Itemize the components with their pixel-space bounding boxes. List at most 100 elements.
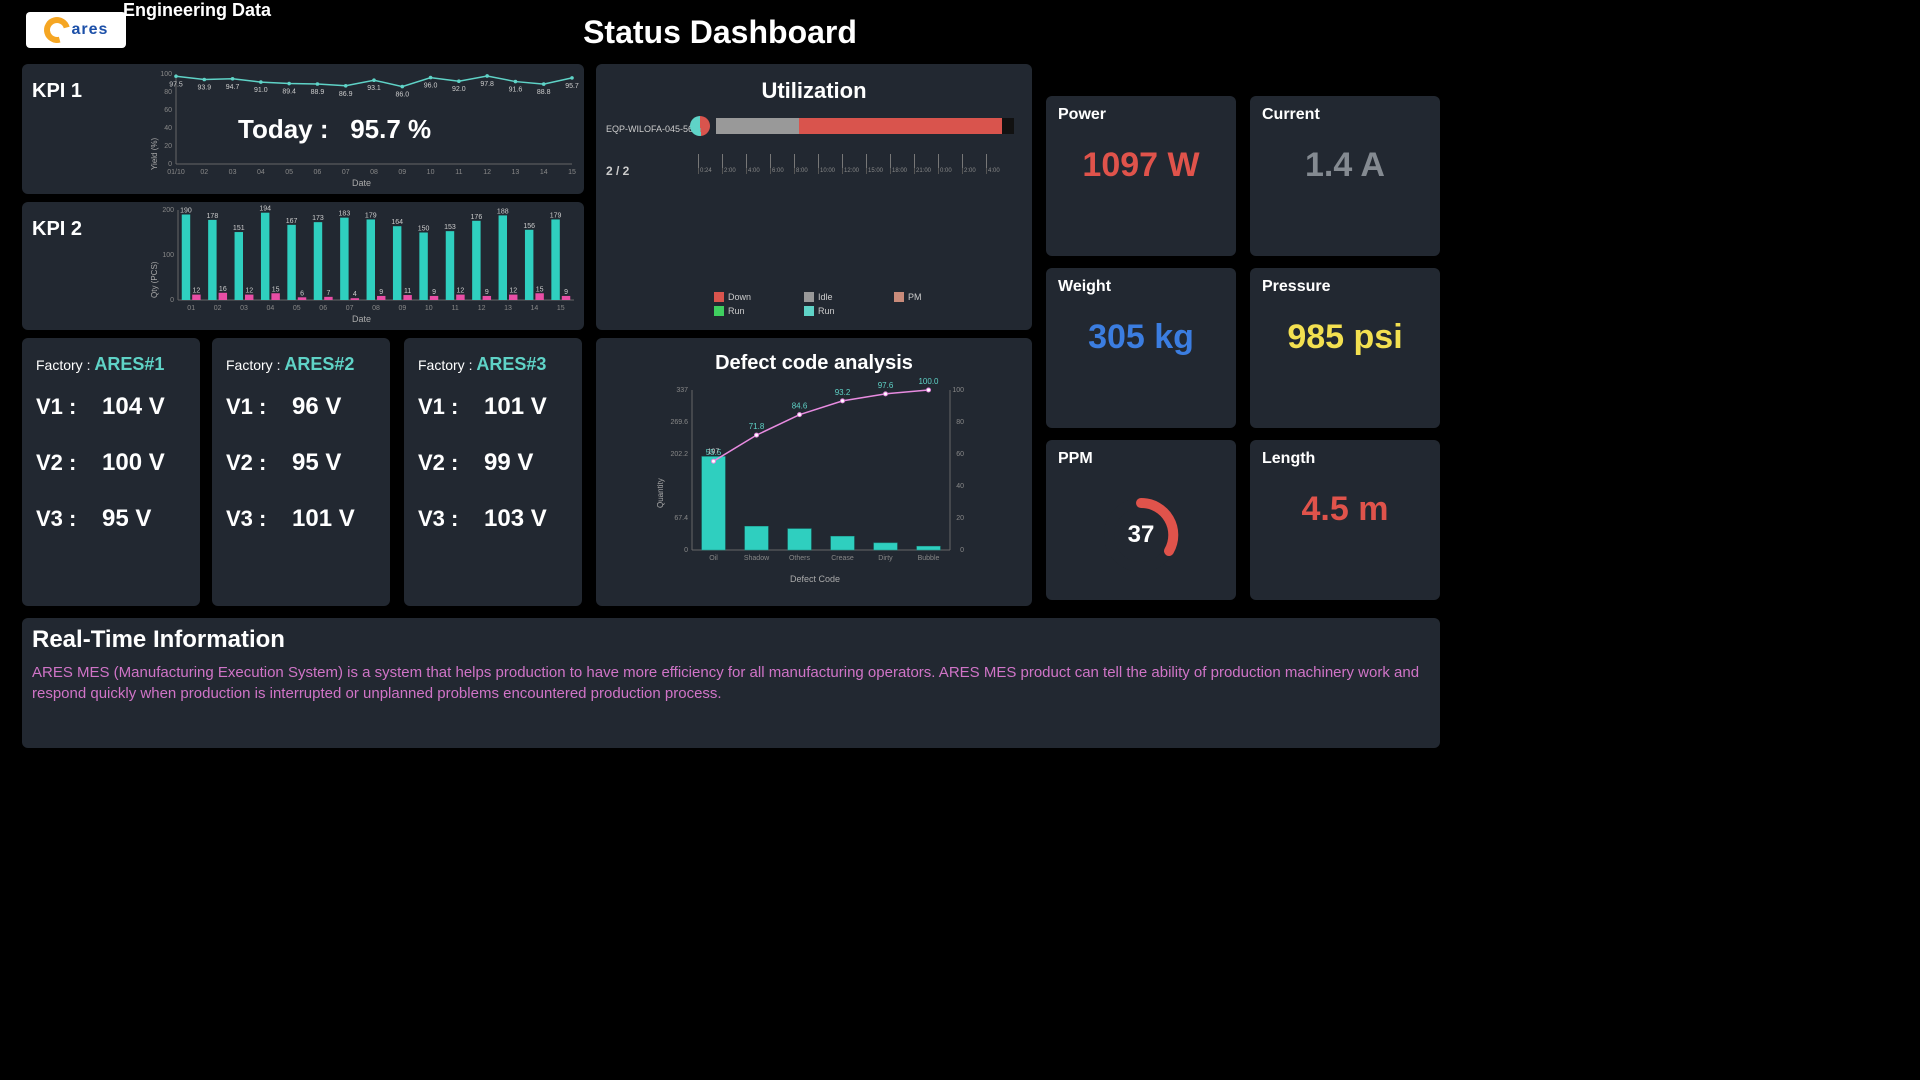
svg-text:15: 15 — [272, 286, 280, 293]
svg-text:92.0: 92.0 — [452, 86, 466, 93]
svg-text:01/10: 01/10 — [167, 169, 185, 176]
svg-text:173: 173 — [312, 215, 324, 222]
svg-text:12: 12 — [509, 288, 517, 295]
svg-text:100.0: 100.0 — [918, 378, 939, 386]
factory2-label: Factory : — [226, 357, 280, 373]
svg-text:150: 150 — [418, 226, 430, 233]
svg-text:194: 194 — [259, 206, 271, 213]
defect-xlabel: Defect Code — [790, 574, 840, 584]
f3-v3-label: V3 : — [418, 506, 468, 532]
panel-power: Power 1097 W — [1046, 96, 1236, 256]
svg-text:183: 183 — [339, 211, 351, 218]
f3-v2-label: V2 : — [418, 450, 468, 476]
svg-text:337: 337 — [676, 387, 688, 394]
svg-text:02: 02 — [200, 169, 208, 176]
rti-title: Real-Time Information — [32, 626, 1430, 654]
f1-v3-value: 95 V — [102, 505, 151, 533]
factory3-label: Factory : — [418, 357, 472, 373]
ppm-label: PPM — [1058, 450, 1224, 468]
svg-text:93.9: 93.9 — [197, 84, 211, 91]
svg-text:15: 15 — [568, 169, 576, 176]
power-value: 1097 W — [1058, 146, 1224, 185]
svg-text:0: 0 — [960, 547, 964, 554]
f3-v1-value: 101 V — [484, 393, 547, 421]
weight-label: Weight — [1058, 278, 1224, 296]
kpi1-today-value: 95.7 % — [350, 114, 431, 144]
svg-text:14: 14 — [531, 305, 539, 312]
power-label: Power — [1058, 106, 1224, 124]
utilization-count: 2 / 2 — [606, 164, 629, 178]
current-value: 1.4 A — [1262, 146, 1428, 185]
svg-text:Bubble: Bubble — [918, 555, 940, 562]
factory3-name: ARES#3 — [476, 354, 546, 374]
svg-text:9: 9 — [432, 289, 436, 296]
utilization-pie-icon — [690, 116, 710, 136]
svg-text:269.6: 269.6 — [670, 419, 688, 426]
defect-ylabel: Quantity — [656, 478, 665, 508]
panel-factory-1: Factory : ARES#1 V1 :104 V V2 :100 V V3 … — [22, 338, 200, 606]
kpi1-xlabel: Date — [352, 178, 371, 188]
svg-text:40: 40 — [164, 125, 172, 132]
svg-text:04: 04 — [267, 305, 275, 312]
panel-realtime-info: Real-Time Information ARES MES (Manufact… — [22, 618, 1440, 748]
svg-text:93.1: 93.1 — [367, 85, 381, 92]
panel-weight: Weight 305 kg — [1046, 268, 1236, 428]
svg-text:10: 10 — [425, 305, 433, 312]
svg-text:06: 06 — [319, 305, 327, 312]
utilization-title: Utilization — [606, 78, 1022, 104]
svg-text:07: 07 — [342, 169, 350, 176]
utilization-bar — [716, 118, 1014, 134]
f2-v2-value: 95 V — [292, 449, 341, 477]
svg-text:94.7: 94.7 — [226, 84, 240, 91]
svg-text:04: 04 — [257, 169, 265, 176]
panel-current: Current 1.4 A — [1250, 96, 1440, 256]
svg-text:88.9: 88.9 — [311, 89, 325, 96]
panel-utilization: Utilization EQP-WILOFA-045-5680 2 / 2 0:… — [596, 64, 1032, 330]
defect-title: Defect code analysis — [606, 352, 1022, 375]
kpi1-label: KPI 1 — [32, 80, 82, 103]
svg-text:80: 80 — [956, 419, 964, 426]
svg-text:11: 11 — [455, 169, 462, 176]
svg-text:Dirty: Dirty — [878, 555, 893, 562]
ppm-gauge-icon — [1099, 493, 1183, 577]
svg-text:20: 20 — [956, 515, 964, 522]
kpi2-xlabel: Date — [352, 314, 371, 324]
svg-text:13: 13 — [512, 169, 520, 176]
svg-text:03: 03 — [240, 305, 248, 312]
svg-text:89.4: 89.4 — [282, 89, 296, 96]
length-value: 4.5 m — [1262, 490, 1428, 529]
ppm-gauge: 37 — [1058, 490, 1224, 580]
svg-text:95.7: 95.7 — [565, 83, 579, 90]
svg-text:176: 176 — [471, 214, 483, 221]
svg-text:91.6: 91.6 — [509, 87, 523, 94]
utilization-pm-segment — [799, 118, 1002, 134]
factory2-name: ARES#2 — [284, 354, 354, 374]
kpi2-chart: 0100200190120117816021511203194150416760… — [156, 204, 580, 322]
f1-v2-label: V2 : — [36, 450, 86, 476]
length-label: Length — [1262, 450, 1428, 468]
panel-kpi2: KPI 2 Qty (PCS) 010020019012011781602151… — [22, 202, 584, 330]
utilization-idle-segment — [716, 118, 799, 134]
svg-text:13: 13 — [504, 305, 512, 312]
f2-v1-label: V1 : — [226, 394, 276, 420]
svg-text:16: 16 — [219, 286, 227, 293]
svg-text:86.0: 86.0 — [395, 92, 409, 99]
svg-text:156: 156 — [523, 223, 535, 230]
factory1-name: ARES#1 — [94, 354, 164, 374]
svg-text:0: 0 — [170, 297, 174, 304]
svg-text:08: 08 — [370, 169, 378, 176]
svg-text:11: 11 — [404, 288, 411, 295]
f2-v2-label: V2 : — [226, 450, 276, 476]
svg-text:151: 151 — [233, 225, 245, 232]
defect-chart: 067.4202.2269.6337020406080100OilShadowO… — [666, 378, 976, 578]
svg-text:97.5: 97.5 — [169, 81, 183, 88]
svg-text:190: 190 — [180, 208, 192, 215]
svg-text:197: 197 — [708, 448, 720, 455]
svg-text:84.6: 84.6 — [792, 402, 808, 411]
svg-text:96.0: 96.0 — [424, 83, 438, 90]
svg-text:05: 05 — [285, 169, 293, 176]
f3-v2-value: 99 V — [484, 449, 533, 477]
kpi2-label: KPI 2 — [32, 218, 82, 241]
svg-text:100: 100 — [162, 252, 174, 259]
kpi1-today-label: Today : — [238, 114, 329, 144]
